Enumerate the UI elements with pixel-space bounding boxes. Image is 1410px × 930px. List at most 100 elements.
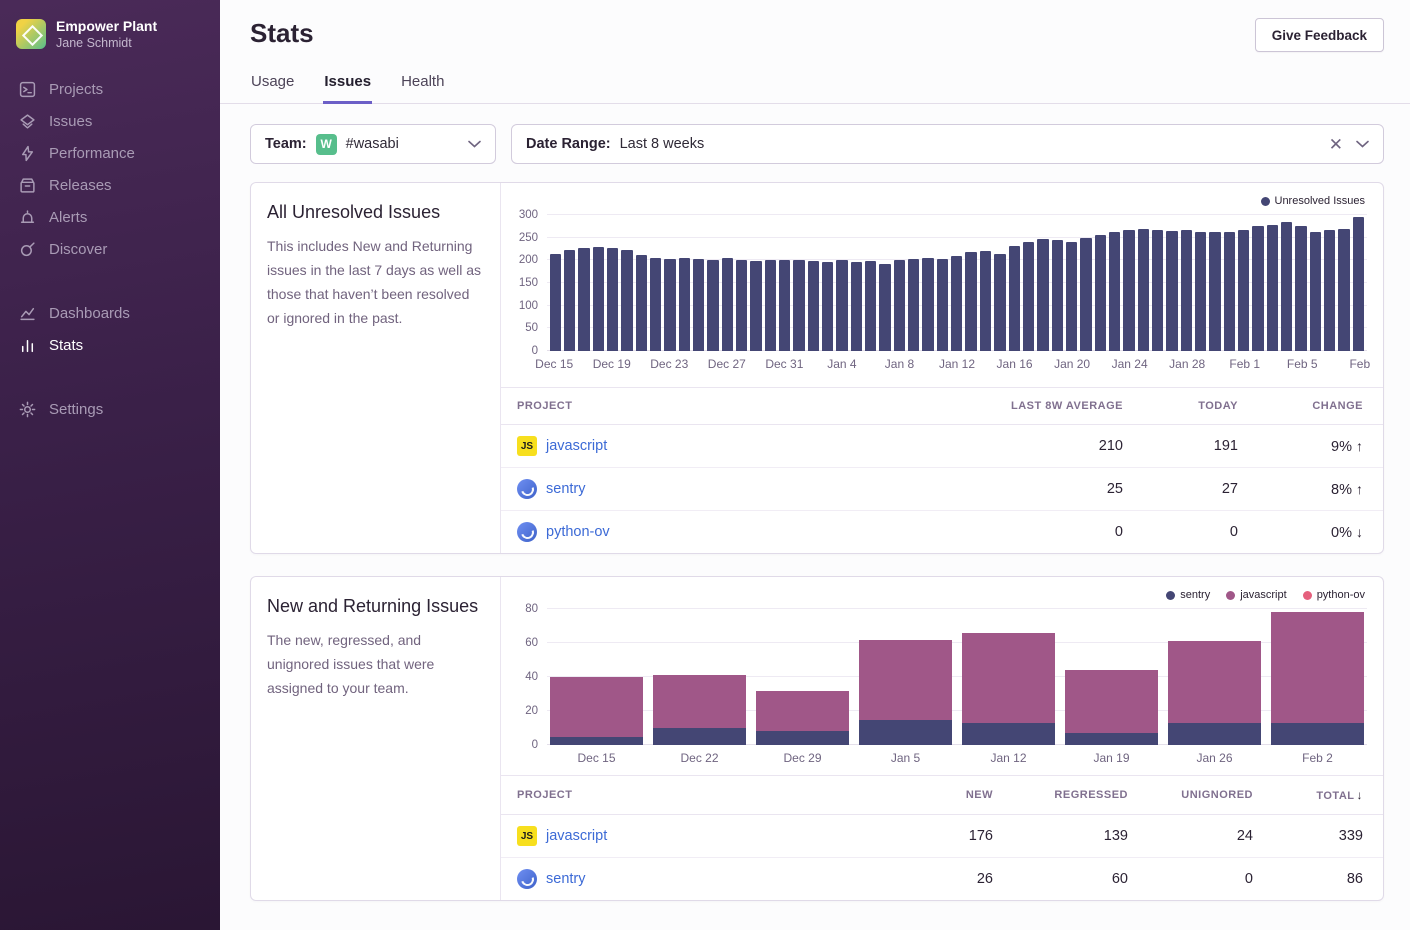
stacked-bar[interactable]	[1271, 609, 1364, 745]
panel-description: The new, regressed, and unignored issues…	[267, 628, 484, 700]
chart-bar[interactable]	[1224, 232, 1235, 351]
chart-bar[interactable]	[765, 260, 776, 351]
unresolved-plot[interactable]	[547, 215, 1367, 351]
chart-bar[interactable]	[1166, 231, 1177, 351]
chart-bar[interactable]	[1195, 232, 1206, 351]
tab-health[interactable]: Health	[400, 64, 445, 104]
chart-bar[interactable]	[1023, 242, 1034, 351]
chart-bar[interactable]	[636, 255, 647, 351]
chart-bar[interactable]	[980, 251, 991, 351]
project-link[interactable]: python-ov	[546, 524, 610, 540]
chart-bar[interactable]	[722, 258, 733, 351]
legend-item[interactable]: python-ov	[1303, 589, 1365, 601]
tab-usage[interactable]: Usage	[250, 64, 295, 104]
chart-bar[interactable]	[822, 262, 833, 351]
new-returning-plot[interactable]	[547, 609, 1367, 745]
sidebar-item-releases[interactable]: Releases	[0, 170, 220, 202]
tab-issues[interactable]: Issues	[323, 64, 372, 104]
chart-bar[interactable]	[593, 247, 604, 351]
chart-bar[interactable]	[1052, 240, 1063, 351]
chart-bar[interactable]	[951, 256, 962, 351]
sidebar-item-settings[interactable]: Settings	[0, 394, 220, 426]
chart-bar[interactable]	[1080, 238, 1091, 351]
stacked-bar[interactable]	[550, 609, 643, 745]
chart-bar[interactable]	[1324, 230, 1335, 351]
chart-bar[interactable]	[679, 258, 690, 351]
chart-bar[interactable]	[1123, 230, 1134, 351]
chart-bar[interactable]	[693, 259, 704, 351]
sidebar-item-projects[interactable]: Projects	[0, 74, 220, 106]
date-range-select[interactable]: Date Range: Last 8 weeks ✕	[511, 124, 1384, 164]
chart-bar[interactable]	[1181, 230, 1192, 351]
stacked-bar[interactable]	[1168, 609, 1261, 745]
chart-bar[interactable]	[1209, 232, 1220, 351]
chart-bar[interactable]	[894, 260, 905, 351]
stacked-bar[interactable]	[756, 609, 849, 745]
chart-bar[interactable]	[965, 252, 976, 351]
chart-bar[interactable]	[607, 248, 618, 351]
sidebar-item-discover[interactable]: Discover	[0, 234, 220, 266]
chart-bar[interactable]	[779, 260, 790, 351]
legend-item[interactable]: sentry	[1166, 589, 1210, 601]
chart-bar[interactable]	[564, 250, 575, 351]
chart-bar[interactable]	[1338, 229, 1349, 351]
chart-bar[interactable]	[664, 259, 675, 351]
project-link[interactable]: sentry	[546, 871, 586, 887]
stacked-bar[interactable]	[962, 609, 1055, 745]
bar-segment-javascript	[550, 677, 643, 737]
stacked-bar[interactable]	[859, 609, 952, 745]
chart-bar[interactable]	[937, 259, 948, 351]
legend-label: python-ov	[1317, 589, 1365, 601]
chart-bar[interactable]	[750, 261, 761, 351]
chart-bar[interactable]	[621, 250, 632, 351]
stacked-bar[interactable]	[1065, 609, 1158, 745]
chart-bar[interactable]	[1066, 242, 1077, 351]
chart-bar[interactable]	[736, 260, 747, 351]
chart-bar[interactable]	[550, 254, 561, 351]
chart-bar[interactable]	[1267, 225, 1278, 351]
chart-bar[interactable]	[1009, 246, 1020, 351]
chart-bar[interactable]	[1310, 232, 1321, 351]
chart-bar[interactable]	[879, 264, 890, 351]
sidebar-item-issues[interactable]: Issues	[0, 106, 220, 138]
chevron-down-icon[interactable]	[1356, 140, 1369, 148]
chart-bar[interactable]	[836, 260, 847, 351]
project-link[interactable]: javascript	[546, 828, 607, 844]
project-link[interactable]: sentry	[546, 481, 586, 497]
chart-bar[interactable]	[578, 248, 589, 351]
sidebar-item-alerts[interactable]: Alerts	[0, 202, 220, 234]
chart-bar[interactable]	[808, 261, 819, 351]
legend-item[interactable]: javascript	[1226, 589, 1286, 601]
team-select[interactable]: Team: W #wasabi	[250, 124, 496, 164]
col-total[interactable]: TOTAL↓	[1273, 776, 1383, 815]
legend-item[interactable]: Unresolved Issues	[1261, 195, 1366, 207]
sidebar-item-performance[interactable]: Performance	[0, 138, 220, 170]
project-link[interactable]: javascript	[546, 438, 607, 454]
chart-bar[interactable]	[851, 262, 862, 351]
chart-bar[interactable]	[908, 259, 919, 351]
chart-bar[interactable]	[1138, 229, 1149, 351]
team-value: #wasabi	[346, 136, 399, 152]
chart-bar[interactable]	[1353, 217, 1364, 351]
chart-bar[interactable]	[1238, 230, 1249, 351]
chart-bar[interactable]	[1252, 226, 1263, 351]
chart-bar[interactable]	[1037, 239, 1048, 351]
chart-bar[interactable]	[1295, 226, 1306, 351]
sidebar-item-dashboards[interactable]: Dashboards	[0, 298, 220, 330]
chart-bar[interactable]	[1152, 230, 1163, 351]
clear-date-icon[interactable]: ✕	[1325, 136, 1347, 153]
sidebar-item-stats[interactable]: Stats	[0, 330, 220, 362]
chart-bar[interactable]	[793, 260, 804, 351]
chart-bar[interactable]	[1095, 235, 1106, 352]
org-switcher[interactable]: Empower Plant Jane Schmidt	[0, 0, 220, 70]
chart-bar[interactable]	[1109, 232, 1120, 351]
chart-bar[interactable]	[650, 258, 661, 351]
give-feedback-button[interactable]: Give Feedback	[1255, 18, 1384, 52]
chevron-down-icon[interactable]	[468, 140, 481, 148]
chart-bar[interactable]	[922, 258, 933, 351]
chart-bar[interactable]	[707, 260, 718, 351]
chart-bar[interactable]	[994, 254, 1005, 351]
chart-bar[interactable]	[1281, 222, 1292, 351]
chart-bar[interactable]	[865, 261, 876, 351]
stacked-bar[interactable]	[653, 609, 746, 745]
